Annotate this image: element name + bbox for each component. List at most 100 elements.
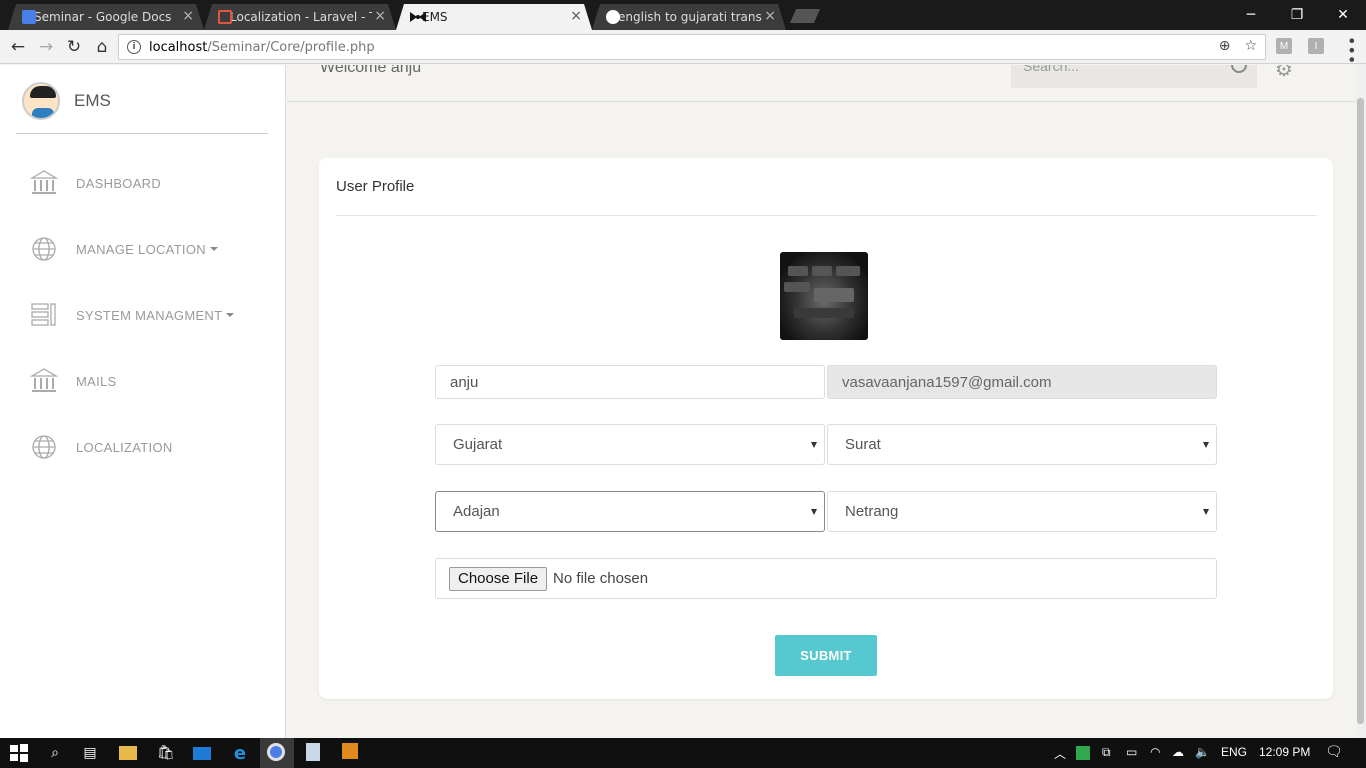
tab-title: Localization - Laravel - Th <box>230 10 372 24</box>
edge-icon[interactable]: e <box>230 743 250 764</box>
forward-icon[interactable]: → <box>35 36 57 58</box>
sidebar-item-label: DASHBOARD <box>76 175 162 191</box>
battery-icon[interactable]: ▭ <box>1126 745 1137 759</box>
state-value: Gujarat <box>453 436 503 453</box>
laravel-icon <box>218 10 232 24</box>
cloud-icon[interactable]: ☁ <box>1172 745 1184 759</box>
action-center-icon[interactable]: 🗨 <box>1325 743 1343 760</box>
sublime-icon[interactable] <box>342 743 358 759</box>
bank-icon <box>30 368 58 392</box>
chevron-down-icon <box>811 442 817 448</box>
area-select[interactable]: Adajan <box>435 491 825 532</box>
reload-icon[interactable]: ↻ <box>63 36 85 58</box>
windows-start-icon[interactable] <box>9 743 29 763</box>
top-navbar: Welcome anju Search... ⚙ <box>287 65 1356 102</box>
logo-avatar <box>22 82 60 120</box>
browser-menu-icon[interactable]: ••• <box>1342 36 1361 64</box>
name-field[interactable]: anju <box>435 365 825 399</box>
google-icon <box>606 10 620 24</box>
sidebar-item-label: SYSTEM MANAGMENT <box>76 307 223 323</box>
state-select[interactable]: Gujarat <box>435 424 825 465</box>
chrome-icon[interactable] <box>267 743 285 761</box>
taluka-select[interactable]: Netrang <box>827 491 1217 532</box>
new-tab-button[interactable] <box>790 9 820 23</box>
choose-file-button[interactable]: Choose File <box>449 566 548 591</box>
tab-translate[interactable]: english to gujarati transla × <box>592 4 786 30</box>
sidebar-item-dashboard[interactable]: DASHBOARD <box>30 169 161 197</box>
tray-app-icon[interactable]: ⧉ <box>1102 745 1111 760</box>
divider <box>16 133 268 134</box>
volume-icon[interactable]: 🔈 <box>1195 745 1210 759</box>
sidebar-item-mails[interactable]: MAILS <box>30 367 117 395</box>
store-icon[interactable]: 🛍 <box>156 743 176 763</box>
sidebar-item-system-managment[interactable]: SYSTEM MANAGMENT <box>30 301 235 329</box>
keyboard-key <box>836 266 860 276</box>
area-value: Adajan <box>453 503 500 520</box>
restore-icon[interactable]: ❐ <box>1274 0 1320 30</box>
bookmark-star-icon[interactable]: ☆ <box>1244 38 1257 54</box>
url-host: localhost <box>149 39 208 55</box>
close-icon[interactable]: × <box>374 8 386 24</box>
brand[interactable]: EMS <box>22 82 111 120</box>
notepad-icon[interactable] <box>306 743 320 761</box>
sidebar-item-label: MAILS <box>76 373 117 389</box>
chevron-down-icon <box>1203 509 1209 515</box>
user-profile-card: User Profile anju vasavaanjana1597@gmail… <box>319 158 1333 699</box>
search-icon[interactable]: ⌕ <box>45 743 65 763</box>
gear-icon[interactable]: ⚙ <box>1275 65 1293 81</box>
browser-tab-bar: Seminar - Google Docs × Localization - L… <box>0 0 1366 30</box>
google-docs-icon <box>22 10 36 24</box>
tray-app-icon[interactable] <box>1076 746 1090 760</box>
chevron-down-icon <box>209 247 218 251</box>
info-icon[interactable]: i <box>127 40 141 54</box>
chevron-down-icon <box>226 313 235 317</box>
email-field[interactable]: vasavaanjana1597@gmail.com <box>827 365 1217 399</box>
tab-seminar[interactable]: Seminar - Google Docs × <box>8 4 204 30</box>
keyboard-key <box>788 266 808 276</box>
bowtie-icon <box>410 10 424 24</box>
card-title: User Profile <box>336 178 415 195</box>
wifi-icon[interactable]: ◠ <box>1150 745 1160 759</box>
close-icon[interactable]: × <box>182 8 194 24</box>
taluka-value: Netrang <box>845 503 899 520</box>
clock[interactable]: 12:09 PM <box>1259 745 1310 759</box>
file-explorer-icon[interactable] <box>119 746 137 760</box>
city-value: Surat <box>845 436 881 453</box>
brand-name: EMS <box>74 91 111 110</box>
close-icon[interactable]: × <box>764 8 776 24</box>
address-bar[interactable]: i localhost/Seminar/Core/profile.php ⊕ ☆ <box>118 34 1266 60</box>
back-icon[interactable]: ← <box>7 36 29 58</box>
close-icon[interactable]: × <box>570 8 582 24</box>
extension-i-icon[interactable]: I <box>1308 38 1324 54</box>
globe-icon <box>32 237 56 261</box>
tab-localization[interactable]: Localization - Laravel - Th × <box>204 4 396 30</box>
zoom-icon[interactable]: ⊕ <box>1219 38 1231 54</box>
keyboard-key <box>784 282 810 292</box>
submit-button[interactable]: SUBMIT <box>775 635 877 676</box>
scrollbar-thumb[interactable] <box>1357 98 1364 724</box>
search-placeholder: Search... <box>1023 65 1080 74</box>
extension-m-icon[interactable]: M <box>1276 38 1292 54</box>
sidebar-item-manage-location[interactable]: MANAGE LOCATION <box>30 235 218 263</box>
chevron-up-icon[interactable]: ︿ <box>1054 745 1066 762</box>
search-icon[interactable] <box>1231 65 1247 73</box>
sidebar: EMS DASHBOARD MANAGE LOCATION SYSTEM MAN… <box>0 65 286 738</box>
search-input[interactable]: Search... <box>1011 65 1257 88</box>
task-view-icon[interactable]: ▤ <box>80 743 100 763</box>
tab-title: Seminar - Google Docs <box>34 10 172 24</box>
language-indicator[interactable]: ENG <box>1221 745 1247 759</box>
city-select[interactable]: Surat <box>827 424 1217 465</box>
globe-icon <box>32 435 56 459</box>
keyboard-key <box>812 266 832 276</box>
window-close-icon[interactable]: ✕ <box>1320 0 1366 30</box>
profile-photo <box>780 252 868 340</box>
mail-icon[interactable] <box>193 747 211 760</box>
tab-ems[interactable]: EMS × <box>396 4 592 30</box>
browser-toolbar: ← → ↻ ⌂ i localhost/Seminar/Core/profile… <box>0 30 1366 64</box>
sidebar-item-localization[interactable]: LOCALIZATION <box>30 433 173 461</box>
home-icon[interactable]: ⌂ <box>91 36 113 58</box>
tab-title: english to gujarati transla <box>618 10 762 24</box>
file-input[interactable]: Choose File No file chosen <box>435 558 1217 599</box>
url-path: /Seminar/Core/profile.php <box>207 39 375 55</box>
minimize-icon[interactable]: ─ <box>1228 0 1274 30</box>
